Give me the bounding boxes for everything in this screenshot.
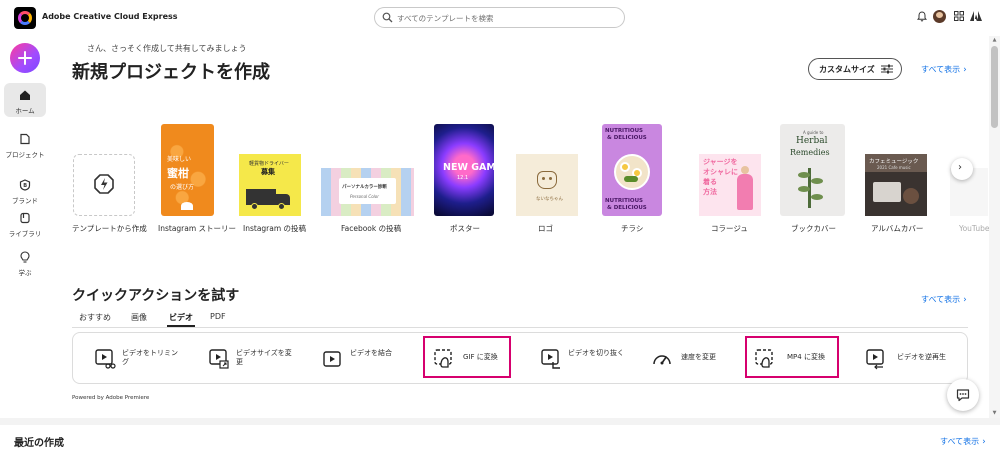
quick-action-video-merge[interactable]: ビデオを結合 <box>322 346 412 372</box>
custom-size-label: カスタムサイズ <box>819 65 875 74</box>
quick-action-label: 速度を変更 <box>681 353 716 361</box>
learn-icon <box>20 251 30 263</box>
tab-video[interactable]: ビデオ <box>169 312 193 323</box>
tab-recommended[interactable]: おすすめ <box>79 312 111 323</box>
template-facebook-post-card[interactable]: パーソナルカラー診断 Personal Color <box>321 168 414 216</box>
adobe-logo-icon[interactable] <box>970 11 982 21</box>
project-icon <box>20 133 30 145</box>
chat-icon <box>956 389 970 402</box>
sidebar-item-library[interactable]: ライブラリ <box>4 206 46 240</box>
template-label: Facebook の投稿 <box>341 224 402 233</box>
page-title: 新規プロジェクトを作成 <box>72 62 270 83</box>
template-label: アルバムカバー <box>871 224 924 233</box>
search-bar[interactable] <box>374 7 625 28</box>
quick-action-label: ビデオをトリミング <box>122 349 178 366</box>
sidebar-item-project[interactable]: プロジェクト <box>4 127 46 161</box>
sidebar-item-home[interactable]: ホーム <box>4 83 46 117</box>
apps-grid-icon[interactable] <box>954 11 964 21</box>
template-label: Instagram ストーリー <box>158 224 237 233</box>
template-label: ブックカバー <box>791 224 836 233</box>
quick-action-video-trim[interactable]: ビデオをトリミング <box>94 346 184 372</box>
app-logo-icon[interactable] <box>14 7 36 29</box>
template-from-template-card[interactable] <box>73 154 135 216</box>
scrollbar-thumb[interactable] <box>991 46 998 128</box>
template-poster-card[interactable]: NEW GAME 12.1 <box>434 124 494 216</box>
scroll-up-icon[interactable]: ▲ <box>991 37 998 43</box>
highlight-mp4-convert <box>745 336 839 378</box>
quick-action-video-resize[interactable]: ビデオサイズを変更 <box>208 346 298 372</box>
quick-action-video-crop[interactable]: ビデオを切り抜く <box>540 346 630 372</box>
sidebar: ホーム プロジェクト B ブランド ライブラリ 学ぶ <box>0 36 50 465</box>
library-icon <box>20 212 30 224</box>
quick-action-label: ビデオサイズを変更 <box>236 349 292 366</box>
sidebar-item-label: ブランド <box>12 197 38 205</box>
tab-image[interactable]: 画像 <box>131 312 147 323</box>
tab-pdf[interactable]: PDF <box>210 312 226 321</box>
template-label: テンプレートから作成 <box>72 224 147 233</box>
template-instagram-story-card[interactable]: 美味しい 蜜柑 の選び方 <box>161 124 214 216</box>
chevron-right-icon: › <box>958 162 962 173</box>
sidebar-item-label: ライブラリ <box>8 230 42 238</box>
quick-action-speed[interactable]: 速度を変更 <box>651 346 731 372</box>
top-bar: Adobe Creative Cloud Express <box>0 0 1000 36</box>
template-flyer-card[interactable]: NUTRITIOUS & DELICIOUS NUTRITIOUS & DELI… <box>602 124 662 216</box>
search-input[interactable] <box>397 12 617 24</box>
template-logo-card[interactable]: ないなちゃん <box>516 154 578 216</box>
app-title: Adobe Creative Cloud Express <box>42 12 178 21</box>
video-reverse-icon <box>866 349 884 370</box>
template-label: YouTube <box>959 224 990 233</box>
quick-action-label: ビデオを切り抜く <box>568 349 624 357</box>
templates-next-button[interactable]: › <box>951 158 973 180</box>
create-new-button[interactable] <box>10 43 40 73</box>
greeting-text: さん、さっそく作成して共有してみましょう <box>87 44 247 53</box>
video-resize-icon <box>209 349 229 369</box>
template-album-cover-card[interactable]: カフェミュージック 2021 Cafe music <box>865 154 927 216</box>
template-create-icon <box>94 174 114 194</box>
sliders-icon <box>881 64 893 74</box>
quick-action-label: ビデオを逆再生 <box>897 353 946 361</box>
template-label: ロゴ <box>538 224 553 233</box>
tabs-divider <box>72 327 968 328</box>
template-label: Instagram の投稿 <box>243 224 307 233</box>
template-instagram-post-card[interactable]: 軽貨物ドライバー 募集 <box>239 154 301 216</box>
bell-icon[interactable] <box>917 11 927 22</box>
template-label: チラシ <box>621 224 644 233</box>
active-tab-indicator <box>167 325 195 327</box>
speed-icon <box>653 355 671 365</box>
sidebar-item-label: ホーム <box>15 107 35 115</box>
template-book-cover-card[interactable]: A guide to Herbal Remedies <box>780 124 845 216</box>
scroll-down-icon[interactable]: ▼ <box>991 410 998 416</box>
search-icon <box>382 12 393 23</box>
see-all-recent-link[interactable]: すべて表示 › <box>940 436 986 447</box>
video-merge-icon <box>323 351 341 367</box>
sidebar-item-label: プロジェクト <box>5 151 45 159</box>
template-label: コラージュ <box>711 224 748 233</box>
video-trim-icon <box>95 349 116 369</box>
avatar[interactable] <box>933 10 946 23</box>
brand-icon: B <box>19 179 31 191</box>
see-all-quick-actions-link[interactable]: すべて表示 › <box>921 294 967 305</box>
quick-action-label: ビデオを結合 <box>350 349 392 357</box>
sidebar-item-learn[interactable]: 学ぶ <box>4 245 46 279</box>
template-collage-card[interactable]: ジャージを オシャレに 着る 方法 <box>699 154 761 216</box>
page-scrollbar[interactable]: ▲ ▼ <box>989 36 1000 418</box>
svg-text:B: B <box>23 183 27 189</box>
sidebar-item-brand[interactable]: B ブランド <box>4 173 46 207</box>
video-crop-icon <box>541 349 560 369</box>
home-icon <box>20 90 30 100</box>
highlight-gif-convert <box>423 336 511 378</box>
recent-title: 最近の作成 <box>14 438 64 449</box>
see-all-templates-link[interactable]: すべて表示 › <box>921 64 967 75</box>
powered-by-text: Powered by Adobe Premiere <box>72 395 150 401</box>
chat-button[interactable] <box>947 379 979 411</box>
template-label: ポスター <box>450 224 480 233</box>
sidebar-item-label: 学ぶ <box>18 269 32 277</box>
custom-size-button[interactable]: カスタムサイズ <box>808 58 902 80</box>
quick-action-video-reverse[interactable]: ビデオを逆再生 <box>865 346 955 372</box>
quick-actions-title: クイックアクションを試す <box>72 288 240 304</box>
section-divider <box>0 418 1000 425</box>
